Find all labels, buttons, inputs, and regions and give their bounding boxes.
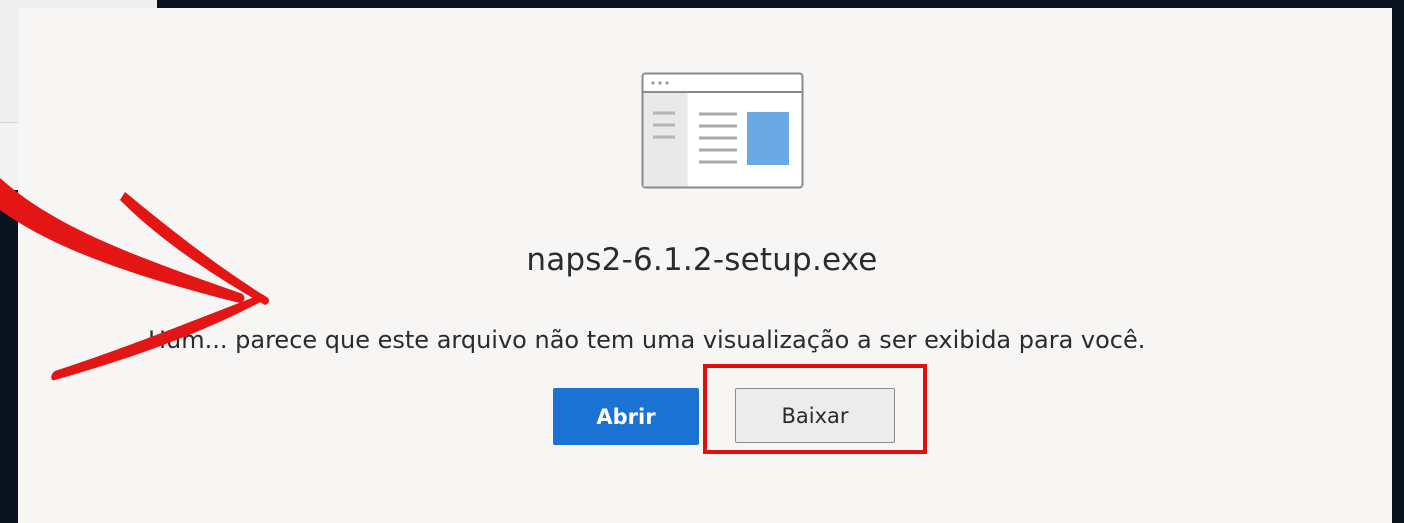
no-preview-message: Hum... parece que este arquivo não tem u… bbox=[148, 326, 1146, 354]
download-highlight-box bbox=[703, 364, 927, 454]
open-button[interactable]: Abrir bbox=[553, 388, 699, 445]
red-arrow-icon bbox=[0, 178, 269, 381]
document-window-icon bbox=[641, 72, 804, 189]
